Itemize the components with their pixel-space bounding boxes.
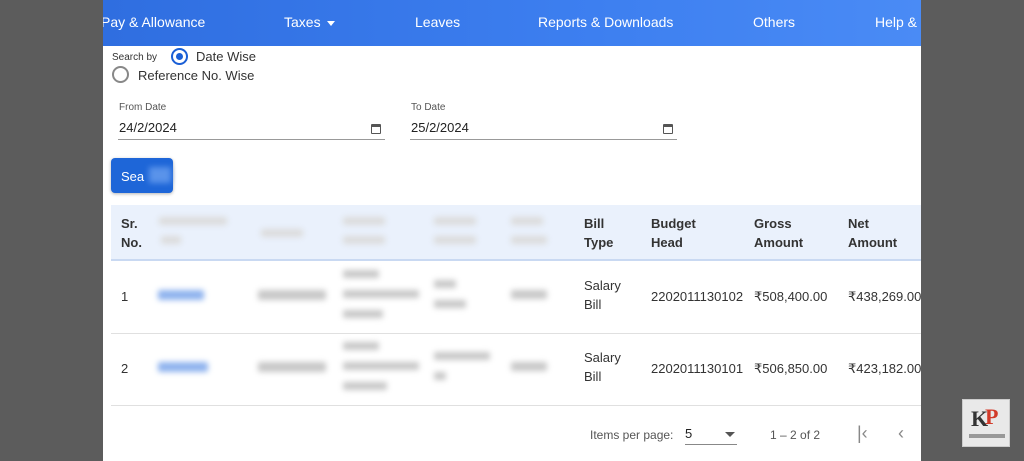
app-window: Pay & Allowance Taxes Leaves Reports & D…: [103, 0, 921, 461]
redacted-cell: [434, 372, 446, 380]
nav-reports-downloads[interactable]: Reports & Downloads: [538, 14, 673, 30]
th-bill-type: Bill Type: [584, 216, 614, 250]
paginator: Items per page: 5 1 – 2 of 2 |‹ ‹: [103, 405, 921, 461]
table-row[interactable]: 1 Salary Bill 2202011130102 ₹508,400.00 ₹…: [111, 262, 921, 334]
radio-reference-wise-label[interactable]: Reference No. Wise: [138, 68, 254, 83]
nav-help[interactable]: Help & S: [875, 14, 921, 30]
redacted-header: [434, 236, 476, 244]
left-letterbox: [0, 0, 103, 461]
redacted-cell: [258, 362, 326, 372]
calendar-icon[interactable]: [371, 124, 381, 134]
redacted-cell: [343, 362, 419, 370]
redacted-header: [343, 217, 385, 225]
cell-budget-head: 2202011130101: [651, 361, 744, 376]
to-date-field[interactable]: 25/2/2024: [410, 118, 677, 140]
cell-sr: 1: [121, 289, 129, 304]
previous-page-icon[interactable]: ‹: [898, 423, 904, 444]
to-date-value: 25/2/2024: [411, 120, 469, 135]
redacted-header: [161, 236, 181, 244]
redacted-link[interactable]: [158, 362, 208, 372]
th-gross-amount: Gross Amount: [754, 216, 804, 250]
search-button[interactable]: Sea: [111, 158, 173, 193]
redacted-header: [261, 229, 303, 237]
search-button-label: Sea: [121, 169, 145, 184]
redacted-cell: [343, 342, 379, 350]
nav-taxes[interactable]: Taxes: [284, 14, 335, 30]
th-net-amount: Net Amount: [848, 216, 898, 250]
from-date-field[interactable]: 24/2/2024: [118, 118, 385, 140]
redacted-cell: [258, 290, 326, 300]
redacted-cell: [434, 280, 456, 288]
radio-date-wise[interactable]: [171, 48, 188, 65]
cell-bill-type: Salary Bill: [584, 350, 621, 384]
to-date-label: To Date: [411, 102, 446, 113]
redacted-cell: [511, 362, 547, 371]
from-date-value: 24/2/2024: [119, 120, 177, 135]
redacted-header: [343, 236, 385, 244]
nav-taxes-label: Taxes: [284, 14, 321, 30]
th-budget-head: Budget Head: [651, 216, 696, 250]
from-date-label: From Date: [119, 102, 167, 113]
redacted-cell: [343, 382, 387, 390]
table-row[interactable]: 2 Salary Bill 2202011130101 ₹506,850.00 ₹…: [111, 334, 921, 406]
cell-net-amount: ₹423,182.00: [848, 361, 921, 376]
logo-letter-p: P: [985, 404, 999, 429]
redacted-header: [159, 217, 227, 225]
redacted-header: [434, 217, 476, 225]
items-per-page-label: Items per page:: [590, 428, 674, 442]
caret-down-icon: [725, 432, 735, 437]
nav-others[interactable]: Others: [753, 14, 795, 30]
cell-gross-amount: ₹506,850.00: [754, 361, 828, 376]
radio-reference-wise[interactable]: [112, 66, 129, 83]
redacted-button-text: [149, 167, 171, 183]
cell-budget-head: 2202011130102: [651, 289, 744, 304]
redacted-header: [511, 236, 547, 244]
nav-pay-allowance[interactable]: Pay & Allowance: [103, 14, 205, 30]
top-navbar: Pay & Allowance Taxes Leaves Reports & D…: [103, 0, 921, 46]
cell-net-amount: ₹438,269.00: [848, 289, 921, 304]
page-range: 1 – 2 of 2: [770, 428, 821, 442]
radio-date-wise-label[interactable]: Date Wise: [196, 49, 256, 64]
nav-leaves[interactable]: Leaves: [415, 14, 460, 30]
logo-subtext: [969, 434, 1005, 438]
kp-logo: K P: [962, 399, 1010, 447]
table-header-row: Sr. No. Bill Type Budget Head Gross Amount N…: [111, 205, 921, 261]
search-by-label: Search by: [112, 52, 158, 63]
redacted-link[interactable]: [158, 290, 204, 300]
items-per-page-value: 5: [685, 426, 693, 441]
redacted-cell: [343, 310, 383, 318]
redacted-cell: [343, 290, 419, 298]
redacted-cell: [511, 290, 547, 299]
redacted-cell: [434, 352, 490, 360]
cell-gross-amount: ₹508,400.00: [754, 289, 828, 304]
calendar-icon[interactable]: [663, 124, 673, 134]
redacted-header: [511, 217, 543, 225]
redacted-cell: [434, 300, 466, 308]
first-page-icon[interactable]: |‹: [857, 423, 868, 444]
right-letterbox: [921, 0, 1024, 461]
th-sr-no: Sr. No.: [121, 216, 142, 250]
redacted-cell: [343, 270, 379, 278]
cell-sr: 2: [121, 361, 129, 376]
caret-down-icon: [326, 20, 335, 26]
cell-bill-type: Salary Bill: [584, 278, 621, 312]
items-per-page-select[interactable]: 5: [685, 423, 737, 445]
